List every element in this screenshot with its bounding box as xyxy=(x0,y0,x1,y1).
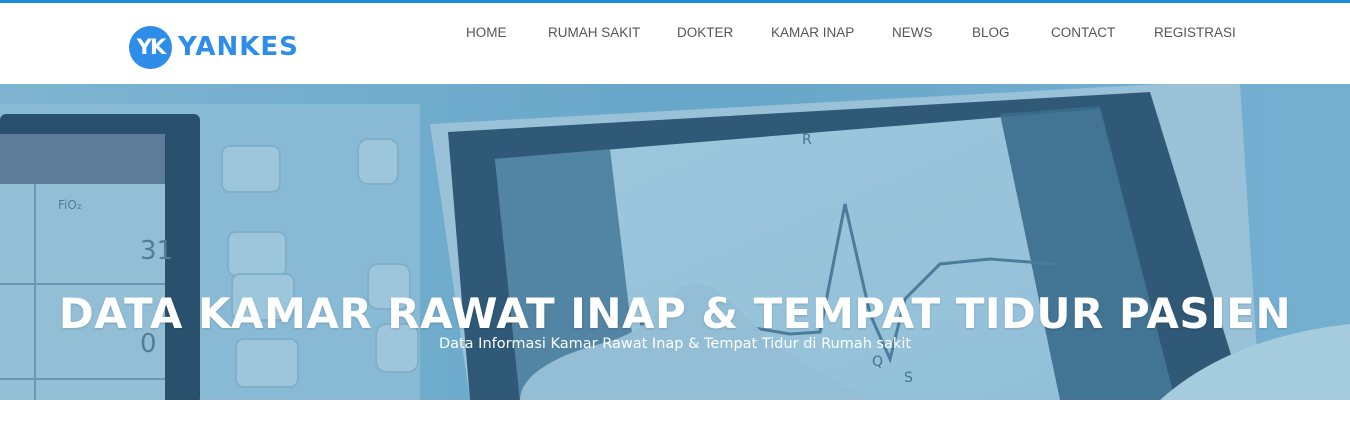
nav-item-blog[interactable]: BLOG xyxy=(972,25,1010,40)
hero-banner: 31 0 FiO₂ R Q S DATA KAMAR RAWAT INAP & … xyxy=(0,84,1350,400)
main-navigation: HOME RUMAH SAKIT DOKTER KAMAR INAP NEWS … xyxy=(0,25,1350,45)
nav-item-rumah-sakit[interactable]: RUMAH SAKIT xyxy=(548,25,640,40)
nav-item-contact[interactable]: CONTACT xyxy=(1051,25,1115,40)
nav-item-news[interactable]: NEWS xyxy=(892,25,933,40)
medical-monitor-image: 31 0 FiO₂ R Q S xyxy=(0,84,1350,400)
hero-subtitle: Data Informasi Kamar Rawat Inap & Tempat… xyxy=(438,336,912,352)
hero-title: DATA KAMAR RAWAT INAP & TEMPAT TIDUR PAS… xyxy=(58,289,1292,338)
nav-item-registrasi[interactable]: REGISTRASI xyxy=(1154,25,1236,40)
nav-item-kamar-inap[interactable]: KAMAR INAP xyxy=(771,25,854,40)
nav-item-home[interactable]: HOME xyxy=(466,25,507,40)
site-header: YK YANKES HOME RUMAH SAKIT DOKTER KAMAR … xyxy=(0,3,1350,84)
nav-item-dokter[interactable]: DOKTER xyxy=(677,25,733,40)
